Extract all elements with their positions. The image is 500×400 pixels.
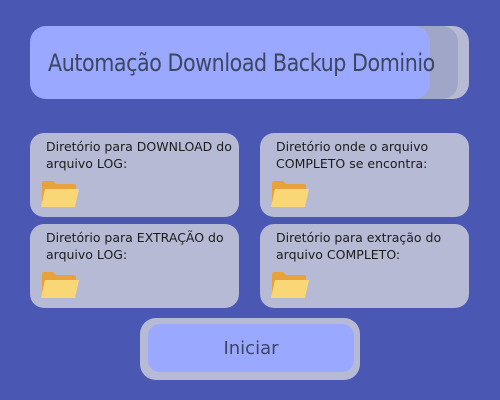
folder-icon[interactable]: [40, 179, 80, 209]
extract-log-directory-card[interactable]: Diretório para EXTRAÇÃO do arquivo LOG:: [30, 224, 239, 308]
complete-file-directory-card[interactable]: Diretório onde o arquivo COMPLETO se enc…: [260, 133, 469, 217]
complete-file-directory-label: Diretório onde o arquivo COMPLETO se enc…: [276, 139, 429, 171]
folder-icon[interactable]: [40, 270, 80, 300]
folder-icon[interactable]: [270, 270, 310, 300]
start-button-label: Iniciar: [223, 337, 279, 359]
start-button[interactable]: Iniciar: [148, 324, 354, 372]
title-banner: Automação Download Backup Dominio: [30, 26, 435, 99]
page-title: Automação Download Backup Dominio: [48, 48, 435, 77]
extract-complete-directory-label: Diretório para extração do arquivo COMPL…: [276, 230, 442, 262]
extract-complete-directory-card[interactable]: Diretório para extração do arquivo COMPL…: [260, 224, 469, 308]
download-log-directory-card[interactable]: Diretório para DOWNLOAD do arquivo LOG:: [30, 133, 239, 217]
folder-icon[interactable]: [270, 179, 310, 209]
extract-log-directory-label: Diretório para EXTRAÇÃO do arquivo LOG:: [46, 230, 224, 262]
download-log-directory-label: Diretório para DOWNLOAD do arquivo LOG:: [46, 139, 232, 171]
